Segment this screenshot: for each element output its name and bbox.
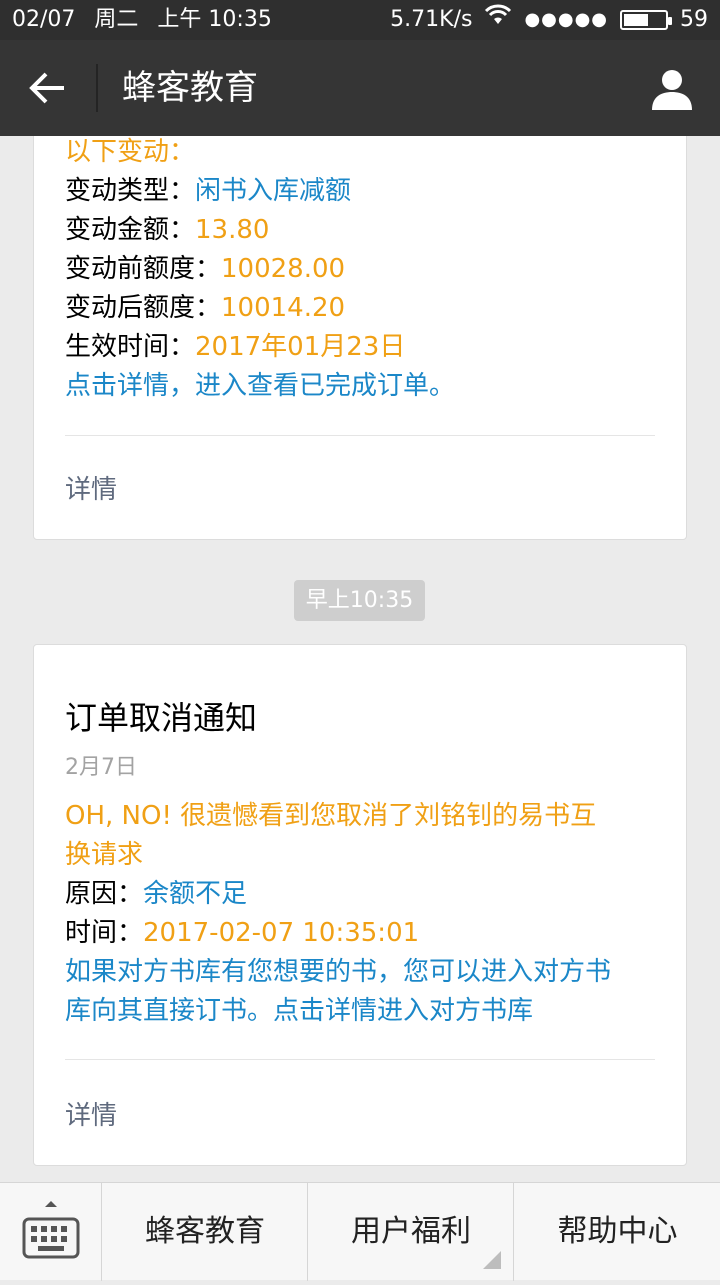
- details-link[interactable]: 详情: [65, 1095, 117, 1132]
- reason-value: 余额不足: [143, 879, 248, 909]
- menu-item-fengke[interactable]: 蜂客教育: [103, 1183, 308, 1281]
- wifi-icon: [484, 0, 512, 40]
- status-bar: 02/07 周二 上午 10:35 5.71K/s ●●●●● 59: [0, 0, 720, 40]
- arrow-left-icon: [29, 72, 64, 104]
- note-text: 如果对方书库有您想要的书，您可以进入对方书: [65, 957, 612, 987]
- details-link[interactable]: 详情: [65, 469, 117, 506]
- row-label: 变动前额度：: [65, 254, 222, 284]
- order-cancel-card: 订单取消通知 2月7日 OH, NO! 很遗憾看到您取消了刘铭钊的易书互 换请求…: [33, 644, 687, 1166]
- page-title: 蜂客教育: [122, 68, 258, 108]
- card-body: OH, NO! 很遗憾看到您取消了刘铭钊的易书互 换请求 原因：余额不足 时间：…: [65, 797, 655, 1031]
- detail-row: 变动前额度：10028.00: [65, 250, 655, 289]
- detail-row: 变动金额：13.80: [65, 211, 655, 250]
- title-bar: 蜂客教育: [0, 40, 720, 136]
- message-text: 换请求: [65, 840, 144, 870]
- row-value: 闲书入库减额: [195, 176, 352, 206]
- card-body: 以下变动： 变动类型：闲书入库减额 变动金额：13.80 变动前额度：10028…: [65, 136, 655, 406]
- profile-button[interactable]: [650, 68, 694, 110]
- row-label: 生效时间：: [65, 332, 196, 362]
- row-value: 2017年01月23日: [195, 332, 406, 362]
- submenu-indicator-icon: [483, 1251, 501, 1269]
- divider: [65, 435, 655, 436]
- balance-change-card: 以下变动： 变动类型：闲书入库减额 变动金额：13.80 变动前额度：10028…: [33, 136, 687, 540]
- row-label: 变动金额：: [65, 215, 196, 245]
- card-date: 2月7日: [65, 755, 137, 780]
- time-label: 时间：: [65, 918, 144, 948]
- note-text: 库向其直接订书。点击详情进入对方书库: [65, 996, 534, 1026]
- title-divider: [96, 64, 98, 112]
- card-title: 订单取消通知: [65, 699, 258, 737]
- signal-icon: ●●●●●: [524, 9, 608, 30]
- battery-icon: [620, 10, 672, 30]
- time-row: 时间：2017-02-07 10:35:01: [65, 914, 655, 953]
- status-left: 02/07 周二 上午 10:35: [12, 0, 284, 40]
- reason-row: 原因：余额不足: [65, 875, 655, 914]
- reason-label: 原因：: [65, 879, 144, 909]
- status-time: 上午 10:35: [157, 7, 272, 32]
- detail-row: 变动类型：闲书入库减额: [65, 172, 655, 211]
- person-icon: [652, 70, 692, 110]
- row-value: 13.80: [195, 215, 270, 245]
- message-list[interactable]: 以下变动： 变动类型：闲书入库减额 变动金额：13.80 变动前额度：10028…: [0, 136, 720, 1182]
- intro-text: 以下变动：: [65, 137, 196, 167]
- menu-item-label: 用户福利: [351, 1214, 471, 1249]
- message-text: OH, NO! 很遗憾看到您取消了刘铭钊的易书互: [65, 801, 597, 831]
- bottom-menu: 蜂客教育 用户福利 帮助中心: [0, 1182, 720, 1281]
- detail-row: 变动后额度：10014.20: [65, 289, 655, 328]
- back-button[interactable]: [26, 66, 70, 110]
- status-weekday: 周二: [94, 7, 139, 32]
- status-date: 02/07: [12, 7, 76, 32]
- time-value: 2017-02-07 10:35:01: [143, 918, 420, 948]
- row-value: 10014.20: [221, 293, 346, 323]
- row-label: 变动类型：: [65, 176, 196, 206]
- battery-level: 59: [680, 7, 708, 32]
- network-speed: 5.71K/s: [390, 7, 473, 32]
- keyboard-toggle-button[interactable]: [0, 1183, 102, 1281]
- keyboard-icon: [22, 1201, 80, 1259]
- divider: [65, 1059, 655, 1060]
- menu-item-help-center[interactable]: 帮助中心: [515, 1183, 720, 1281]
- note-text: 点击详情，进入查看已完成订单。: [65, 371, 456, 401]
- status-right: 5.71K/s ●●●●● 59: [378, 0, 708, 40]
- row-value: 10028.00: [221, 254, 346, 284]
- menu-item-user-benefits[interactable]: 用户福利: [309, 1183, 514, 1281]
- time-tag: 早上10:35: [294, 580, 425, 621]
- detail-row: 生效时间：2017年01月23日: [65, 328, 655, 367]
- row-label: 变动后额度：: [65, 293, 222, 323]
